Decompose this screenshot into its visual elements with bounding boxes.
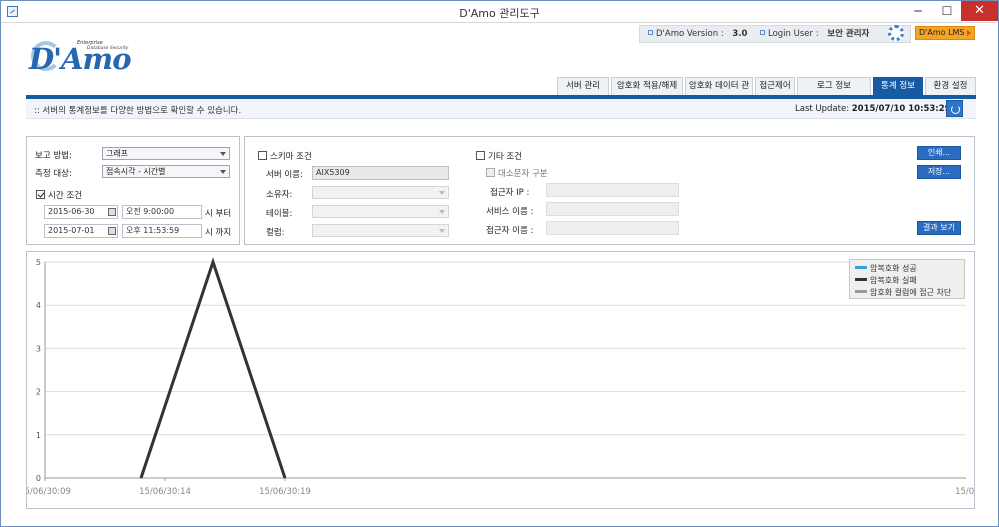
logo-tagline-2: Database Security xyxy=(87,46,129,51)
title-bar: D'Amo 관리도구 ─ ☐ ✕ xyxy=(1,1,998,23)
tab-server[interactable]: 서버 관리 xyxy=(557,77,609,95)
y-tick-label: 0 xyxy=(36,474,41,483)
from-date-picker[interactable]: 2015-06-30 xyxy=(44,205,118,219)
view-results-button[interactable]: 결과 보기 xyxy=(917,221,961,235)
y-tick-label: 5 xyxy=(36,258,41,267)
bullet-icon xyxy=(760,30,765,35)
calendar-icon[interactable] xyxy=(108,208,116,216)
info-message: :: 서버의 통계정보를 다양한 방법으로 확인할 수 있습니다. xyxy=(34,106,242,116)
login-info: Login User : 보안 관리자 xyxy=(760,26,869,42)
table-label: 테이블: xyxy=(266,209,293,219)
save-button[interactable]: 저장... xyxy=(917,165,961,179)
service-name-label: 서비스 이름 : xyxy=(486,207,534,217)
print-button[interactable]: 인쇄... xyxy=(917,146,961,160)
time-condition-label: 시간 조건 xyxy=(48,191,82,201)
legend-swatch xyxy=(855,278,867,281)
table-select[interactable] xyxy=(312,205,449,218)
owner-label: 소유자: xyxy=(266,190,293,200)
server-name-label: 서버 이름: xyxy=(266,170,303,180)
chart-legend: 암복호화 성공 암복호화 실패 암호화 컬럼에 접근 차단 xyxy=(849,259,965,299)
maximize-button[interactable]: ☐ xyxy=(933,1,961,21)
damo-logo: D'Amo Enterprise Database Security xyxy=(29,37,139,77)
case-sensitive-label: 대소문자 구분 xyxy=(498,169,548,179)
last-update: Last Update: 2015/07/10 10:53:29 xyxy=(795,104,951,114)
series-line xyxy=(139,257,287,479)
refresh-icon[interactable] xyxy=(946,100,963,117)
x-tick-label: 15/07/01:00 xyxy=(955,487,974,497)
info-bar: :: 서버의 통계정보를 다양한 방법으로 확인할 수 있습니다. Last U… xyxy=(26,99,976,119)
column-label: 컬럼: xyxy=(266,228,285,238)
column-select[interactable] xyxy=(312,224,449,237)
lms-button[interactable]: D'Amo LMS xyxy=(915,26,975,40)
tab-settings[interactable]: 환경 설정 xyxy=(925,77,976,95)
to-date-picker[interactable]: 2015-07-01 xyxy=(44,224,118,238)
to-suffix: 시 까지 xyxy=(205,228,232,238)
schema-condition-label: 스키마 조건 xyxy=(270,152,312,162)
method-select[interactable]: 그래프 xyxy=(102,147,230,160)
tab-encrypted-data[interactable]: 암호화 데이터 관리 xyxy=(685,77,753,108)
legend-swatch xyxy=(855,290,867,293)
method-label: 보고 방법: xyxy=(35,151,72,161)
report-panel: 보고 방법: 그래프 측정 대상: 접속시각 - 시간별 시간 조건 2015-… xyxy=(26,136,240,245)
app-window: D'Amo 관리도구 ─ ☐ ✕ D'Amo Version : 3.0 Log… xyxy=(0,0,999,527)
target-label: 측정 대상: xyxy=(35,169,72,179)
legend-item-blocked: 암호화 컬럼에 접근 차단 xyxy=(855,287,951,298)
schema-condition-checkbox[interactable] xyxy=(258,151,267,160)
tab-log[interactable]: 로그 정보 xyxy=(797,77,871,95)
from-suffix: 시 부터 xyxy=(205,209,232,219)
chart-canvas: 0 1 2 3 4 5 15/06/30:09 15/06/30:14 15/06/30:19 1… xyxy=(19,257,999,497)
legend-item-failure: 암복호화 실패 xyxy=(855,275,917,286)
y-tick-label: 1 xyxy=(36,431,41,440)
legend-swatch xyxy=(855,266,867,269)
to-time-field[interactable]: 오후 11:53:59 xyxy=(122,224,202,238)
x-tick-label: 15/06/30:14 xyxy=(139,487,191,497)
legend-item-success: 암복호화 성공 xyxy=(855,263,917,274)
service-name-field[interactable] xyxy=(546,202,679,216)
case-sensitive-checkbox[interactable] xyxy=(486,168,495,177)
version-info: D'Amo Version : 3.0 xyxy=(648,26,747,42)
x-tick-label: 15/06/30:09 xyxy=(27,487,71,497)
target-select[interactable]: 접속시각 - 시간별 xyxy=(102,165,230,178)
accessor-name-field[interactable] xyxy=(546,221,679,235)
tab-statistics[interactable]: 통계 정보 xyxy=(873,77,923,95)
session-info-bar: D'Amo Version : 3.0 Login User : 보안 관리자 xyxy=(639,25,911,43)
x-tick-label: 15/06/30:19 xyxy=(259,487,311,497)
accessor-ip-label: 접근자 IP : xyxy=(490,188,530,198)
tab-access-control[interactable]: 접근제어 xyxy=(755,77,795,95)
tab-encryption-apply[interactable]: 암호화 적용/해제 xyxy=(611,77,683,95)
window-title: D'Amo 관리도구 xyxy=(459,7,540,20)
accessor-name-label: 접근자 이름 : xyxy=(486,226,534,236)
bullet-icon xyxy=(648,30,653,35)
owner-select[interactable] xyxy=(312,186,449,199)
close-button[interactable]: ✕ xyxy=(961,1,998,21)
y-tick-label: 4 xyxy=(36,301,41,310)
server-name-field: AIX5309 xyxy=(312,166,449,180)
other-condition-label: 기타 조건 xyxy=(488,152,522,162)
statistics-chart: 0 1 2 3 4 5 15/06/30:09 15/06/30:14 15/06/30:19 1… xyxy=(19,251,999,509)
minimize-button[interactable]: ─ xyxy=(904,1,932,21)
from-time-field[interactable]: 오전 9:00:00 xyxy=(122,205,202,219)
accessor-ip-field[interactable] xyxy=(546,183,679,197)
y-tick-label: 2 xyxy=(36,388,41,397)
other-condition-checkbox[interactable] xyxy=(476,151,485,160)
conditions-panel: 스키마 조건 서버 이름: AIX5309 소유자: 테이블: 컬럼: 기타 조… xyxy=(244,136,975,245)
y-tick-label: 3 xyxy=(36,344,41,353)
calendar-icon[interactable] xyxy=(108,227,116,235)
time-condition-checkbox[interactable] xyxy=(36,190,45,199)
gear-icon[interactable] xyxy=(888,25,904,41)
